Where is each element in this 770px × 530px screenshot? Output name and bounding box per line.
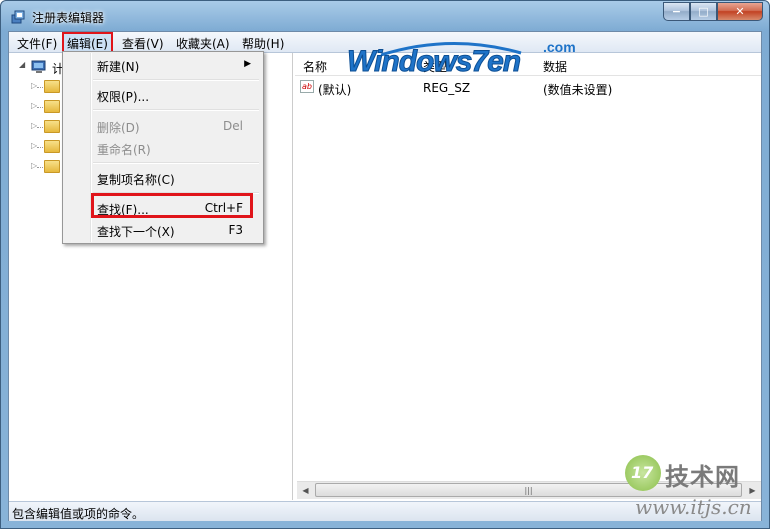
folder-icon <box>44 140 60 153</box>
menu-favorites[interactable]: 收藏夹(A) <box>176 35 230 52</box>
value-type: REG_SZ <box>423 81 471 95</box>
expand-icon[interactable]: ▷ <box>31 142 37 150</box>
menu-separator <box>93 162 259 164</box>
maximize-button[interactable]: □ <box>690 2 717 21</box>
menu-item-copy-key-name[interactable]: 复制项名称(C) <box>65 167 261 189</box>
collapse-icon[interactable]: ◢ <box>19 60 25 69</box>
column-header-name[interactable]: 名称 <box>303 58 327 75</box>
menu-item-rename-label: 重命名(R) <box>97 143 151 157</box>
menu-file[interactable]: 文件(F) <box>17 35 57 52</box>
menu-item-delete-label: 删除(D) <box>97 121 140 135</box>
minimize-button[interactable]: − <box>663 2 690 21</box>
edit-menu-dropdown: 新建(N) ▶ 权限(P)... 删除(D) Del 重命名(R) 复制项名称(… <box>62 51 264 244</box>
title-bar[interactable]: 注册表编辑器 − □ ✕ <box>1 1 769 31</box>
minimize-icon: − <box>671 5 682 18</box>
folder-icon <box>44 160 60 173</box>
menu-item-new-label: 新建(N) <box>97 60 140 74</box>
caption-buttons: − □ ✕ <box>663 2 763 21</box>
list-row-default[interactable]: ab (默认) REG_SZ (数值未设置) <box>295 79 761 97</box>
expand-icon[interactable]: ▷ <box>31 82 37 90</box>
expand-icon[interactable]: ▷ <box>31 122 37 130</box>
logo-text: Windows7en <box>346 45 521 79</box>
value-name: (默认) <box>318 83 352 97</box>
folder-icon <box>44 120 60 133</box>
status-text: 包含编辑值或项的命令。 <box>12 507 145 521</box>
values-list[interactable]: 名称 类型 数据 ab (默认) REG_SZ (数值未设置) <box>295 53 761 500</box>
menu-item-permissions[interactable]: 权限(P)... <box>65 84 261 106</box>
logo-suffix: .com <box>543 39 576 55</box>
site-number: 17 <box>631 463 654 482</box>
folder-icon <box>44 100 60 113</box>
site-name: 技术网 <box>665 463 740 491</box>
menu-item-copy-key-name-label: 复制项名称(C) <box>97 173 175 187</box>
registry-editor-window: 注册表编辑器 − □ ✕ 文件(F) 编辑(E) 查看(V) 收藏夹(A) 帮助… <box>0 0 770 529</box>
window-title: 注册表编辑器 <box>32 11 105 25</box>
menu-item-delete-shortcut: Del <box>223 119 243 133</box>
scroll-grip-icon: ||| <box>524 485 533 495</box>
menu-item-rename: 重命名(R) <box>65 137 261 159</box>
scroll-left-arrow-icon[interactable]: ◀ <box>297 482 314 499</box>
menu-item-find-next-shortcut: F3 <box>228 223 243 237</box>
menu-item-find-next-label: 查找下一个(X) <box>97 225 175 239</box>
menu-view[interactable]: 查看(V) <box>122 35 164 52</box>
submenu-arrow-icon: ▶ <box>244 59 251 69</box>
value-data: (数值未设置) <box>543 83 613 97</box>
windows7en-logo: Windows7en .com <box>341 39 601 79</box>
menu-item-permissions-label: 权限(P)... <box>97 90 150 104</box>
expand-icon[interactable]: ▷ <box>31 162 37 170</box>
maximize-icon: □ <box>698 5 709 18</box>
menu-item-find-next[interactable]: 查找下一个(X) F3 <box>65 219 261 241</box>
string-value-icon: ab <box>300 80 314 93</box>
menu-item-delete: 删除(D) Del <box>65 115 261 137</box>
site-url: www.itjs.cn <box>635 495 752 519</box>
close-button[interactable]: ✕ <box>717 2 763 21</box>
folder-icon <box>44 80 60 93</box>
registry-editor-icon <box>11 10 25 24</box>
find-highlight-box <box>91 193 253 218</box>
menu-separator <box>93 109 259 111</box>
menu-help[interactable]: 帮助(H) <box>242 35 284 52</box>
close-icon: ✕ <box>735 5 745 18</box>
expand-icon[interactable]: ▷ <box>31 102 37 110</box>
menu-separator <box>93 79 259 81</box>
computer-icon <box>31 60 46 73</box>
menu-item-new[interactable]: 新建(N) ▶ <box>65 54 261 76</box>
site-watermark: 17 技术网 www.itjs.cn <box>621 449 770 530</box>
